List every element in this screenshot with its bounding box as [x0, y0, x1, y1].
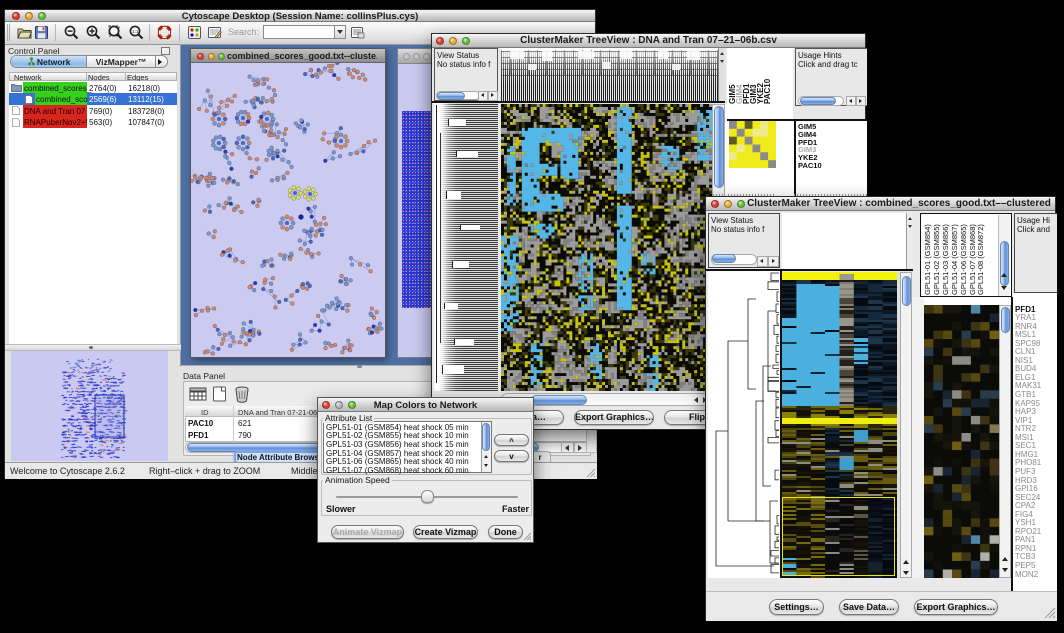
svg-text:1:1: 1:1: [132, 29, 139, 34]
